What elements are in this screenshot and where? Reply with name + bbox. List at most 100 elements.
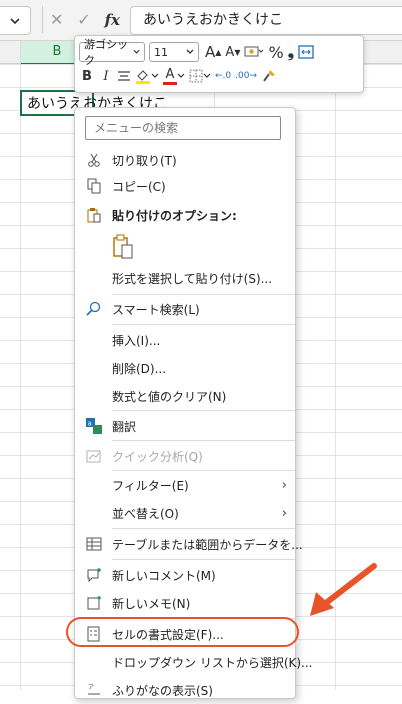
merge-center-button[interactable]: [298, 42, 314, 62]
paste-icon: [112, 234, 134, 263]
menu-item-cut[interactable]: 切り取り(T): [75, 146, 295, 174]
highlight-oval: [66, 617, 299, 647]
chevron-right-icon: ›: [281, 505, 287, 521]
shrink-font-label: A: [225, 44, 235, 60]
menu-item-label: クイック分析(Q): [112, 449, 203, 464]
align-center-button[interactable]: [117, 66, 131, 86]
align-center-icon: [118, 71, 130, 81]
menu-item-label: コピー(C): [112, 179, 166, 194]
enter-icon[interactable]: ✓: [77, 10, 90, 29]
shrink-font-button[interactable]: A ▼: [225, 42, 240, 62]
menu-item-label: ドロップダウン リストから選択(K)...: [112, 655, 313, 670]
new-comment-icon: [85, 566, 103, 584]
chevron-down-icon: [151, 73, 159, 78]
borders-button[interactable]: [189, 66, 211, 86]
menu-item-label: 挿入(I)...: [112, 333, 161, 348]
formula-input[interactable]: あいうえおかきくけこ: [130, 6, 402, 35]
menu-separator: [112, 528, 295, 529]
currency-format-icon: [244, 46, 264, 57]
menu-item-label: 貼り付けのオプション:: [112, 208, 237, 223]
increase-decimal-button[interactable]: .00→: [235, 66, 257, 86]
insert-function-button[interactable]: fx: [105, 11, 120, 29]
menu-item-quick-analysis: クイック分析(Q): [75, 442, 295, 470]
percent-style-button[interactable]: %: [268, 42, 283, 62]
chevron-down-icon: [10, 17, 20, 24]
font-size-value: 11: [154, 45, 168, 59]
name-box-dropdown[interactable]: [0, 6, 31, 35]
translate-icon: a: [85, 417, 103, 435]
chevron-down-icon: [186, 49, 194, 54]
smart-lookup-icon: [85, 300, 103, 318]
menu-item-label: テーブルまたは範囲からデータを...: [112, 537, 303, 552]
menu-item-get-data[interactable]: テーブルまたは範囲からデータを...: [75, 530, 303, 558]
chevron-down-icon: [203, 73, 211, 78]
grow-font-button[interactable]: A ▲: [205, 42, 221, 62]
font-name-select[interactable]: 游ゴシック: [79, 38, 145, 67]
fill-color-button[interactable]: [135, 66, 159, 86]
scissors-icon: [85, 151, 103, 169]
paste-option-paste[interactable]: [75, 232, 295, 264]
menu-item-delete[interactable]: 削除(D)...: [75, 354, 295, 382]
chevron-down-icon: [133, 49, 140, 54]
font-color-letter: A: [163, 67, 177, 85]
menu-separator: [112, 559, 295, 560]
menu-item-insert[interactable]: 挿入(I)...: [75, 326, 295, 354]
menu-item-label: 削除(D)...: [112, 361, 167, 376]
clipboard-icon: [85, 206, 103, 224]
font-name-value: 游ゴシック: [84, 38, 128, 67]
grid-line: [20, 64, 21, 690]
format-painter-button[interactable]: [261, 66, 277, 86]
menu-item-show-phonetic[interactable]: ア ふりがなの表示(S): [75, 676, 295, 704]
menu-separator: [112, 410, 295, 411]
menu-item-copy[interactable]: コピー(C): [75, 172, 295, 200]
italic-button[interactable]: I: [99, 66, 113, 86]
context-menu: メニューの検索 切り取り(T) コピー(C) 貼り付けのオプション: 形式を選択…: [74, 107, 313, 699]
menu-item-translate[interactable]: a 翻訳: [75, 412, 295, 440]
formula-bar-buttons: ✕ ✓ fx: [42, 6, 127, 33]
borders-icon: [189, 69, 203, 83]
copy-icon: [85, 177, 103, 195]
font-color-button[interactable]: A: [163, 66, 185, 86]
menu-item-pick-from-list[interactable]: ドロップダウン リストから選択(K)...: [75, 648, 313, 676]
menu-item-label: 並べ替え(O): [112, 506, 179, 521]
menu-item-paste-special[interactable]: 形式を選択して貼り付け(S)...: [75, 264, 295, 292]
menu-item-label: 翻訳: [112, 419, 137, 434]
menu-item-new-note[interactable]: 新しいメモ(N): [75, 589, 295, 617]
menu-item-smart-lookup[interactable]: スマート検索(L): [75, 295, 295, 323]
menu-item-clear-contents[interactable]: 数式と値のクリア(N): [75, 382, 295, 410]
menu-item-label: 新しいメモ(N): [112, 596, 191, 611]
menu-item-label: 切り取り(T): [112, 153, 177, 168]
bold-button[interactable]: B: [79, 66, 95, 86]
chevron-down-icon: [177, 73, 185, 78]
menu-item-label: 形式を選択して貼り付け(S)...: [112, 271, 273, 286]
menu-item-paste-options: 貼り付けのオプション:: [75, 201, 295, 229]
new-note-icon: [85, 594, 103, 612]
menu-item-label: 新しいコメント(M): [112, 568, 216, 583]
menu-separator: [112, 324, 295, 325]
merge-center-icon: [298, 45, 314, 59]
chevron-right-icon: ›: [281, 477, 287, 493]
menu-item-label: 数式と値のクリア(N): [112, 389, 227, 404]
menu-separator: [112, 440, 295, 441]
mini-toolbar: 游ゴシック 11 A ▲ A ▼ % ❟ B I A ←.0 .00→: [74, 35, 364, 93]
menu-item-label: フィルター(E): [112, 478, 189, 493]
table-icon: [85, 535, 103, 553]
paint-bucket-icon: [136, 70, 150, 84]
quick-analysis-icon: [85, 447, 103, 465]
column-header-a[interactable]: [0, 41, 21, 64]
number-format-button[interactable]: [244, 42, 264, 62]
cancel-icon[interactable]: ✕: [50, 10, 63, 29]
menu-search-input[interactable]: メニューの検索: [85, 116, 281, 140]
menu-item-filter[interactable]: フィルター(E) ›: [75, 471, 295, 499]
menu-item-label: ふりがなの表示(S): [112, 683, 213, 698]
menu-item-sort[interactable]: 並べ替え(O) ›: [75, 499, 295, 527]
grow-font-label: A: [205, 43, 216, 61]
font-size-select[interactable]: 11: [149, 42, 199, 62]
svg-text:a: a: [88, 420, 92, 428]
decrease-decimal-button[interactable]: ←.0: [215, 66, 231, 86]
comma-style-button[interactable]: ❟: [288, 42, 294, 62]
paintbrush-icon: [263, 70, 275, 82]
annotation-arrow-icon: [310, 563, 377, 616]
menu-item-new-comment[interactable]: 新しいコメント(M): [75, 561, 295, 589]
phonetic-icon: ア: [85, 681, 103, 699]
